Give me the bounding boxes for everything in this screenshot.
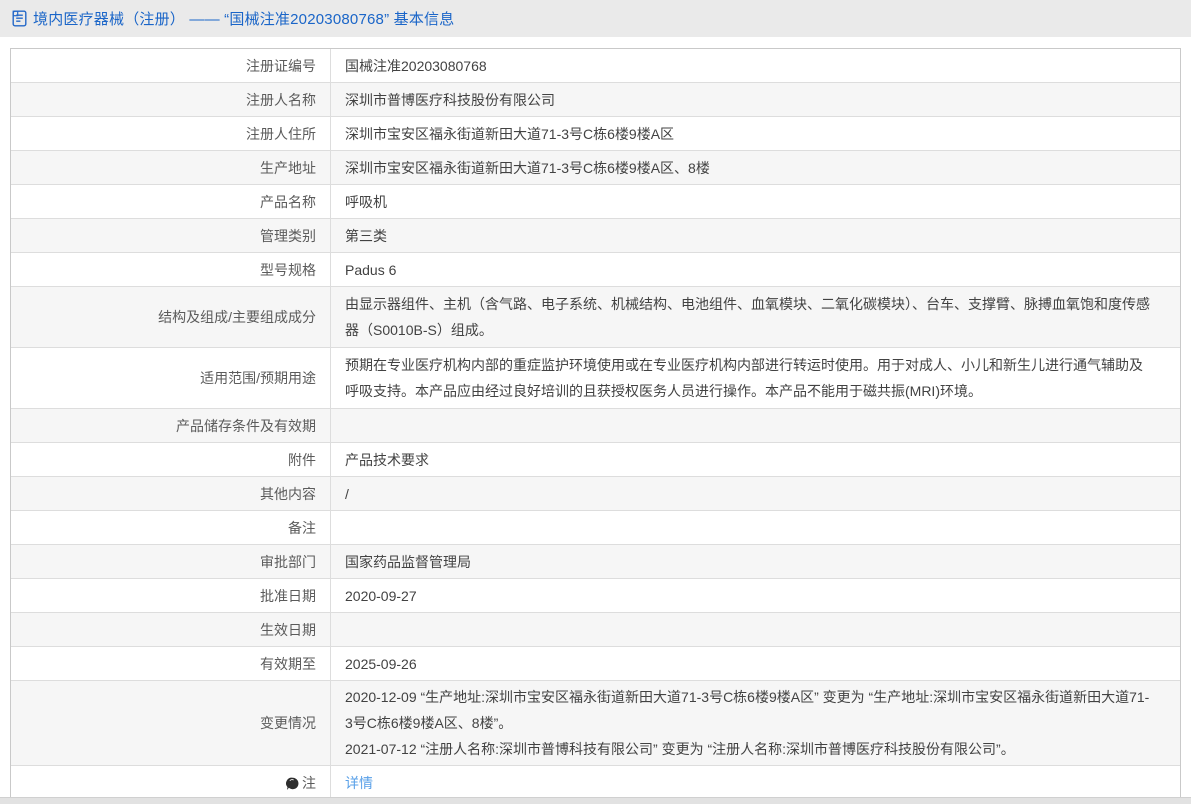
field-label: 产品储存条件及有效期 — [11, 409, 331, 442]
field-value: 呼吸机 — [331, 185, 1180, 218]
field-label: 生产地址 — [11, 151, 331, 184]
field-label: 审批部门 — [11, 545, 331, 578]
field-value: 国家药品监督管理局 — [331, 545, 1180, 578]
field-value: 国械注准20203080768 — [331, 49, 1180, 82]
field-value: 2020-12-09 “生产地址:深圳市宝安区福永街道新田大道71-3号C栋6楼… — [331, 681, 1180, 765]
row-attachment: 附件 产品技术要求 — [11, 443, 1180, 477]
row-model-spec: 型号规格 Padus 6 — [11, 253, 1180, 287]
field-value: 预期在专业医疗机构内部的重症监护环境使用或在专业医疗机构内部进行转运时使用。用于… — [331, 348, 1180, 408]
row-structure-composition: 结构及组成/主要组成成分 由显示器组件、主机（含气路、电子系统、机械结构、电池组… — [11, 287, 1180, 348]
row-change-history: 变更情况 2020-12-09 “生产地址:深圳市宝安区福永街道新田大道71-3… — [11, 681, 1180, 766]
row-approval-department: 审批部门 国家药品监督管理局 — [11, 545, 1180, 579]
field-label: 注 — [11, 766, 331, 799]
page-title: 境内医疗器械（注册） —— “国械注准20203080768” 基本信息 — [33, 8, 454, 29]
field-label: 备注 — [11, 511, 331, 544]
row-valid-until: 有效期至 2025-09-26 — [11, 647, 1180, 681]
field-label: 附件 — [11, 443, 331, 476]
field-value — [331, 511, 1180, 544]
row-storage-validity: 产品储存条件及有效期 — [11, 409, 1180, 443]
field-value: 2020-09-27 — [331, 579, 1180, 612]
field-value: 详情 — [331, 766, 1180, 799]
field-value — [331, 613, 1180, 646]
field-value: 深圳市宝安区福永街道新田大道71-3号C栋6楼9楼A区 — [331, 117, 1180, 150]
field-label: 型号规格 — [11, 253, 331, 286]
field-label: 产品名称 — [11, 185, 331, 218]
row-approval-date: 批准日期 2020-09-27 — [11, 579, 1180, 613]
row-effective-date: 生效日期 — [11, 613, 1180, 647]
field-label: 结构及组成/主要组成成分 — [11, 287, 331, 347]
field-label: 注册人名称 — [11, 83, 331, 116]
row-cert-number: 注册证编号 国械注准20203080768 — [11, 49, 1180, 83]
row-other-content: 其他内容 / — [11, 477, 1180, 511]
document-icon — [12, 10, 27, 27]
field-label: 适用范围/预期用途 — [11, 348, 331, 408]
field-label: 注册人住所 — [11, 117, 331, 150]
field-value: 由显示器组件、主机（含气路、电子系统、机械结构、电池组件、血氧模块、二氧化碳模块… — [331, 287, 1180, 347]
row-production-address: 生产地址 深圳市宝安区福永街道新田大道71-3号C栋6楼9楼A区、8楼 — [11, 151, 1180, 185]
field-label: 有效期至 — [11, 647, 331, 680]
field-label: 批准日期 — [11, 579, 331, 612]
field-value — [331, 409, 1180, 442]
field-label-text: 注 — [302, 773, 316, 793]
row-product-name: 产品名称 呼吸机 — [11, 185, 1180, 219]
field-value: 第三类 — [331, 219, 1180, 252]
field-value: Padus 6 — [331, 253, 1180, 286]
comment-balloon-icon — [286, 777, 299, 791]
field-label: 生效日期 — [11, 613, 331, 646]
page-bottom-strip — [0, 797, 1191, 804]
field-label: 其他内容 — [11, 477, 331, 510]
page: 境内医疗器械（注册） —— “国械注准20203080768” 基本信息 注册证… — [0, 0, 1191, 804]
field-value: 产品技术要求 — [331, 443, 1180, 476]
field-label: 管理类别 — [11, 219, 331, 252]
field-value: / — [331, 477, 1180, 510]
registration-info-table: 注册证编号 国械注准20203080768 注册人名称 深圳市普博医疗科技股份有… — [10, 48, 1181, 800]
row-remarks: 备注 — [11, 511, 1180, 545]
field-label: 注册证编号 — [11, 49, 331, 82]
field-value: 2025-09-26 — [331, 647, 1180, 680]
row-registrant-name: 注册人名称 深圳市普博医疗科技股份有限公司 — [11, 83, 1180, 117]
page-header: 境内医疗器械（注册） —— “国械注准20203080768” 基本信息 — [0, 0, 1191, 37]
row-note: 注 详情 — [11, 766, 1180, 799]
field-value: 深圳市普博医疗科技股份有限公司 — [331, 83, 1180, 116]
row-registrant-address: 注册人住所 深圳市宝安区福永街道新田大道71-3号C栋6楼9楼A区 — [11, 117, 1180, 151]
field-label: 变更情况 — [11, 681, 331, 765]
change-entry: 2020-12-09 “生产地址:深圳市宝安区福永街道新田大道71-3号C栋6楼… — [345, 684, 1156, 736]
change-entry: 2021-07-12 “注册人名称:深圳市普博科技有限公司” 变更为 “注册人名… — [345, 736, 1156, 762]
row-scope-intended-use: 适用范围/预期用途 预期在专业医疗机构内部的重症监护环境使用或在专业医疗机构内部… — [11, 348, 1180, 409]
field-value: 深圳市宝安区福永街道新田大道71-3号C栋6楼9楼A区、8楼 — [331, 151, 1180, 184]
details-link[interactable]: 详情 — [345, 770, 373, 796]
row-management-class: 管理类别 第三类 — [11, 219, 1180, 253]
